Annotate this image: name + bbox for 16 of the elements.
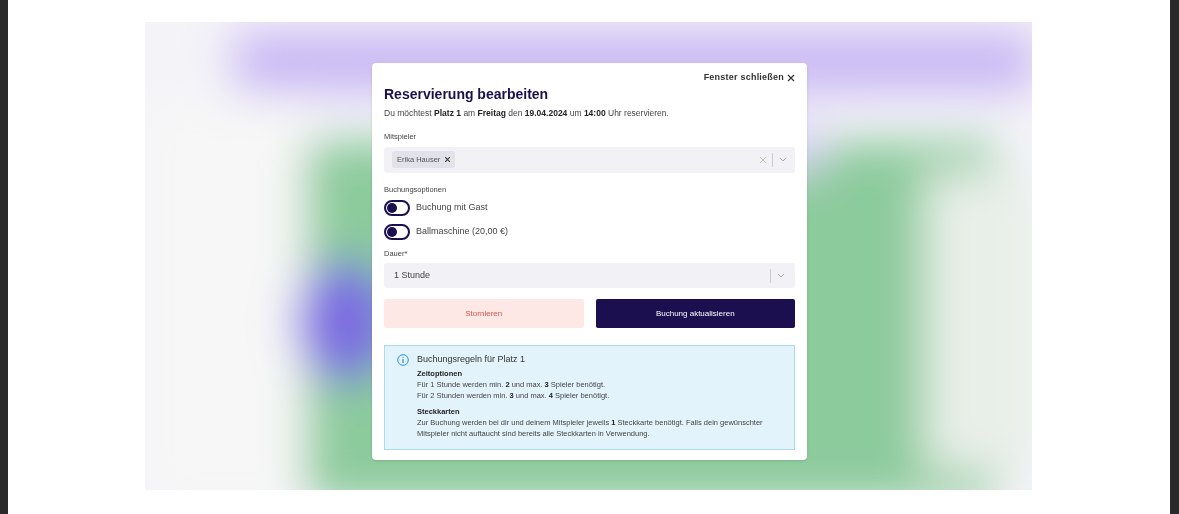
toggle-label: Ballmaschine (20,00 €) bbox=[416, 225, 509, 238]
chevron-down-icon bbox=[777, 273, 785, 278]
info-title: Buchungsregeln für Platz 1 bbox=[417, 354, 527, 365]
toggle-switch[interactable] bbox=[384, 199, 410, 216]
toggle-switch[interactable] bbox=[384, 223, 410, 240]
cancel-button[interactable]: Stornieren bbox=[384, 299, 584, 328]
remove-icon[interactable] bbox=[445, 157, 451, 162]
toggle-label: Buchung mit Gast bbox=[416, 201, 488, 214]
close-button[interactable]: Fenster schließen bbox=[703, 71, 795, 85]
intro-text: Du möchtest Platz 1 am Freitag den 19.04.2024 um 14:00 Uhr reservieren. bbox=[384, 106, 670, 120]
chevron-down-icon bbox=[779, 157, 787, 162]
dialog-title: Reservierung bearbeiten bbox=[384, 84, 550, 103]
update-button[interactable]: Buchung aktualisieren bbox=[595, 299, 795, 328]
duration-select[interactable]: 1 Stunde bbox=[384, 263, 795, 288]
info-icon bbox=[397, 354, 409, 366]
close-icon bbox=[787, 73, 795, 82]
